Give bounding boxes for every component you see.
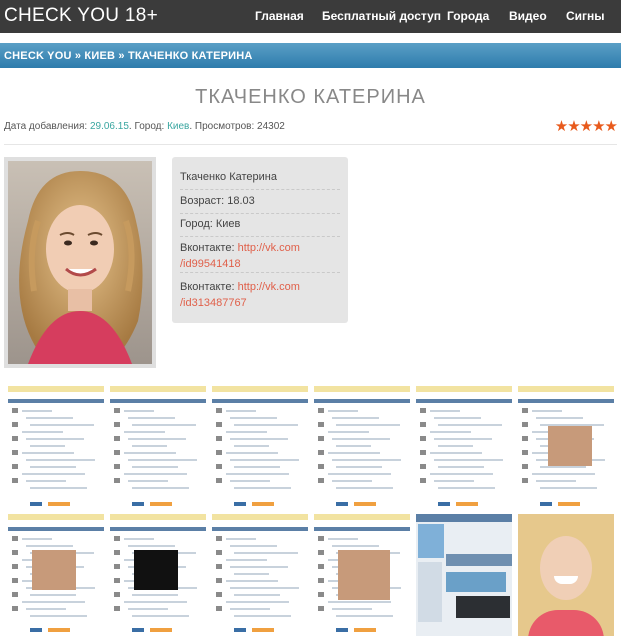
nav-link-video[interactable]: Видео <box>509 9 547 23</box>
nav-link-home[interactable]: Главная <box>255 9 304 23</box>
gallery-thumbnail[interactable] <box>110 386 206 510</box>
gallery-thumbnail[interactable] <box>416 514 512 636</box>
star-icon[interactable]: ★ <box>567 118 580 135</box>
nav-link-cities[interactable]: Города <box>447 9 489 23</box>
star-icon[interactable]: ★ <box>555 118 568 135</box>
gallery-thumbnail[interactable] <box>416 386 512 510</box>
rating-stars[interactable]: ★★★★★ <box>555 117 618 135</box>
meta-added-date[interactable]: 29.06.15 <box>90 121 129 132</box>
vk-link-1b[interactable]: /id99541418 <box>180 258 241 270</box>
profile-city: Город: Киев <box>180 218 340 237</box>
meta-city-link[interactable]: Киев <box>167 121 189 132</box>
star-icon[interactable]: ★ <box>605 118 618 135</box>
page-title: ТКАЧЕНКО КАТЕРИНА <box>195 86 426 108</box>
gallery-thumbnail[interactable] <box>212 514 308 636</box>
profile-vk-1: Вконтакте: http://vk.com /id99541418 <box>180 240 340 273</box>
star-icon[interactable]: ★ <box>580 118 593 135</box>
vk-label: Вконтакте: <box>180 281 235 293</box>
vk-link-2a[interactable]: http://vk.com <box>238 281 300 293</box>
nav-link-signs[interactable]: Сигны <box>566 9 605 23</box>
profile-meta: Дата добавления: 29.06.15. Город: Киев. … <box>4 121 285 132</box>
vk-link-1a[interactable]: http://vk.com <box>238 242 300 254</box>
meta-views-label: Просмотров: <box>194 121 255 132</box>
top-navbar: CHECK YOU 18+ Главная Бесплатный доступ … <box>0 0 621 33</box>
profile-vk-2: Вконтакте: http://vk.com /id313487767 <box>180 279 340 311</box>
meta-added-label: Дата добавления: <box>4 121 88 132</box>
profile-info-card: Ткаченко Катерина Возраст: 18.03 Город: … <box>172 157 348 323</box>
nav-link-free-access[interactable]: Бесплатный доступ <box>322 9 441 23</box>
meta-views-count: 24302 <box>257 121 285 132</box>
meta-city-label: Город: <box>134 121 165 132</box>
profile-photo-frame <box>4 157 156 368</box>
divider <box>4 144 617 145</box>
breadcrumb-text[interactable]: CHECK YOU » КИЕВ » ТКАЧЕНКО КАТЕРИНА <box>4 50 253 62</box>
gallery-thumbnail[interactable] <box>518 514 614 636</box>
site-logo[interactable]: CHECK YOU 18+ <box>4 5 158 27</box>
gallery-thumbnail[interactable] <box>314 514 410 636</box>
gallery-thumbnail[interactable] <box>212 386 308 510</box>
profile-photo[interactable] <box>8 161 152 364</box>
gallery-thumbnail[interactable] <box>518 386 614 510</box>
breadcrumb: CHECK YOU » КИЕВ » ТКАЧЕНКО КАТЕРИНА <box>0 43 621 68</box>
profile-name: Ткаченко Катерина <box>180 171 340 190</box>
gallery-thumbnail[interactable] <box>314 386 410 510</box>
gallery-thumbnail[interactable] <box>8 514 104 636</box>
vk-link-2b[interactable]: /id313487767 <box>180 297 247 309</box>
profile-age: Возраст: 18.03 <box>180 195 340 214</box>
gallery-thumbnail[interactable] <box>110 514 206 636</box>
gallery-thumbnail[interactable] <box>8 386 104 510</box>
star-icon[interactable]: ★ <box>592 118 605 135</box>
vk-label: Вконтакте: <box>180 242 235 254</box>
